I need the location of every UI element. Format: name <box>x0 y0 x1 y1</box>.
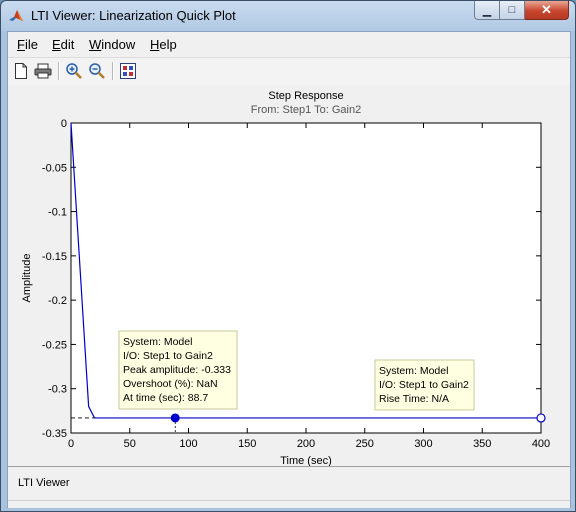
peak-marker[interactable] <box>170 413 180 423</box>
y-tick-label: -0.3 <box>48 384 67 396</box>
x-tick-label: 0 <box>68 438 74 450</box>
menu-bar: File Edit Window Help <box>8 32 570 57</box>
close-button[interactable]: ✕ <box>525 1 569 20</box>
datatip-text: System: Model <box>379 365 448 377</box>
plot-config-icon <box>120 63 136 79</box>
toolbar-separator <box>58 62 59 80</box>
lti-viewer-window: LTI Viewer: Linearization Quick Plot ▁ □… <box>0 0 576 512</box>
title-bar[interactable]: LTI Viewer: Linearization Quick Plot ▁ □… <box>1 1 575 31</box>
menu-window[interactable]: Window <box>89 37 135 52</box>
datatip-text: I/O: Step1 to Gain2 <box>123 350 213 362</box>
client-area: File Edit Window Help Step Response From… <box>7 31 571 508</box>
y-tick-label: -0.15 <box>42 251 67 263</box>
datatip-text: Rise Time: N/A <box>379 393 449 405</box>
datatip-text: At time (sec): 88.7 <box>123 392 208 404</box>
zoom-in-icon <box>66 63 82 79</box>
y-tick-label: -0.35 <box>42 428 67 440</box>
y-tick-label: -0.2 <box>48 295 67 307</box>
x-tick-label: 200 <box>297 438 315 450</box>
y-tick-label: -0.25 <box>42 339 67 351</box>
x-tick-label: 300 <box>414 438 432 450</box>
y-tick-label: -0.1 <box>48 207 67 219</box>
x-tick-label: 150 <box>238 438 256 450</box>
new-file-icon <box>15 63 27 79</box>
x-tick-label: 350 <box>473 438 491 450</box>
window-controls: ▁ □ ✕ <box>474 1 569 21</box>
x-tick-label: 50 <box>124 438 136 450</box>
status-bar: LTI Viewer <box>8 466 570 508</box>
menu-edit[interactable]: Edit <box>52 37 74 52</box>
zoom-out-icon <box>89 63 105 79</box>
menu-help[interactable]: Help <box>150 37 177 52</box>
chart-subtitle: From: Step1 To: Gain2 <box>251 104 361 116</box>
rise-time-marker[interactable] <box>536 413 546 423</box>
status-divider <box>8 500 570 501</box>
datatip-text: Peak amplitude: -0.333 <box>123 364 231 376</box>
print-button[interactable] <box>33 61 53 81</box>
x-tick-label: 400 <box>532 438 550 450</box>
matlab-app-icon <box>9 10 23 21</box>
datatip-text: System: Model <box>123 336 192 348</box>
menu-file[interactable]: File <box>17 37 38 52</box>
plot-area: Step Response From: Step1 To: Gain2 Time (… <box>8 85 570 467</box>
window-title: LTI Viewer: Linearization Quick Plot <box>31 8 236 23</box>
maximize-button[interactable]: □ <box>500 1 525 20</box>
x-tick-label: 250 <box>356 438 374 450</box>
status-text: LTI Viewer <box>18 477 70 489</box>
datatip-text: I/O: Step1 to Gain2 <box>379 379 469 391</box>
chart-title: Step Response <box>268 90 343 102</box>
y-tick-label: 0 <box>61 118 67 130</box>
zoom-out-button[interactable] <box>87 61 107 81</box>
toolbar-separator <box>112 62 113 80</box>
datatip-text: Overshoot (%): NaN <box>123 378 218 390</box>
x-tick-label: 100 <box>179 438 197 450</box>
zoom-in-button[interactable] <box>64 61 84 81</box>
minimize-button[interactable]: ▁ <box>474 1 500 20</box>
print-icon <box>34 63 52 79</box>
toolbar <box>8 57 570 86</box>
x-axis-label: Time (sec) <box>280 455 332 466</box>
y-axis-label: Amplitude <box>21 254 33 303</box>
step-response-chart[interactable]: Step Response From: Step1 To: Gain2 Time (… <box>8 85 570 467</box>
y-tick-label: -0.05 <box>42 162 67 174</box>
plot-config-button[interactable] <box>118 61 138 81</box>
new-file-button[interactable] <box>11 61 31 81</box>
